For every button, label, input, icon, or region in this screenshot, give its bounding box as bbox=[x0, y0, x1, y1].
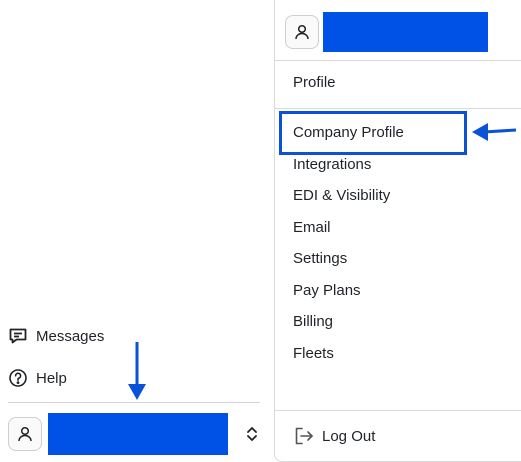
logout-button[interactable]: Log Out bbox=[293, 425, 375, 447]
menu-item-edi-visibility[interactable]: EDI & Visibility bbox=[293, 187, 390, 204]
menu-item-pay-plans[interactable]: Pay Plans bbox=[293, 282, 361, 299]
menu-item-settings[interactable]: Settings bbox=[293, 250, 347, 267]
redacted-user-name bbox=[323, 12, 488, 52]
menu-divider bbox=[275, 410, 521, 411]
menu-item-company-profile[interactable]: Company Profile bbox=[293, 124, 404, 141]
sidebar-divider bbox=[8, 402, 260, 403]
messages-link[interactable]: Messages bbox=[8, 326, 104, 346]
help-label: Help bbox=[36, 369, 67, 387]
account-switcher[interactable] bbox=[8, 413, 262, 455]
menu-item-profile[interactable]: Profile bbox=[293, 74, 336, 91]
chevron-up-down-icon[interactable] bbox=[242, 424, 262, 444]
left-arrow-annotation bbox=[472, 123, 517, 141]
menu-item-email[interactable]: Email bbox=[293, 219, 331, 236]
menu-item-billing[interactable]: Billing bbox=[293, 313, 333, 330]
help-link[interactable]: Help bbox=[8, 368, 67, 388]
message-icon bbox=[8, 326, 28, 346]
menu-divider bbox=[275, 108, 521, 109]
help-icon bbox=[8, 368, 28, 388]
messages-label: Messages bbox=[36, 327, 105, 345]
redacted-account-name bbox=[48, 413, 228, 455]
menu-divider bbox=[275, 60, 521, 61]
menu-item-integrations[interactable]: Integrations bbox=[293, 156, 371, 173]
down-arrow-annotation bbox=[128, 342, 146, 400]
account-menu: Profile Company Profile Integrations EDI… bbox=[274, 0, 521, 462]
logout-label: Log Out bbox=[322, 427, 376, 445]
user-icon bbox=[285, 15, 319, 49]
user-icon bbox=[8, 417, 42, 451]
menu-header bbox=[285, 12, 488, 52]
log-out-icon bbox=[293, 425, 315, 447]
menu-item-fleets[interactable]: Fleets bbox=[293, 345, 334, 362]
